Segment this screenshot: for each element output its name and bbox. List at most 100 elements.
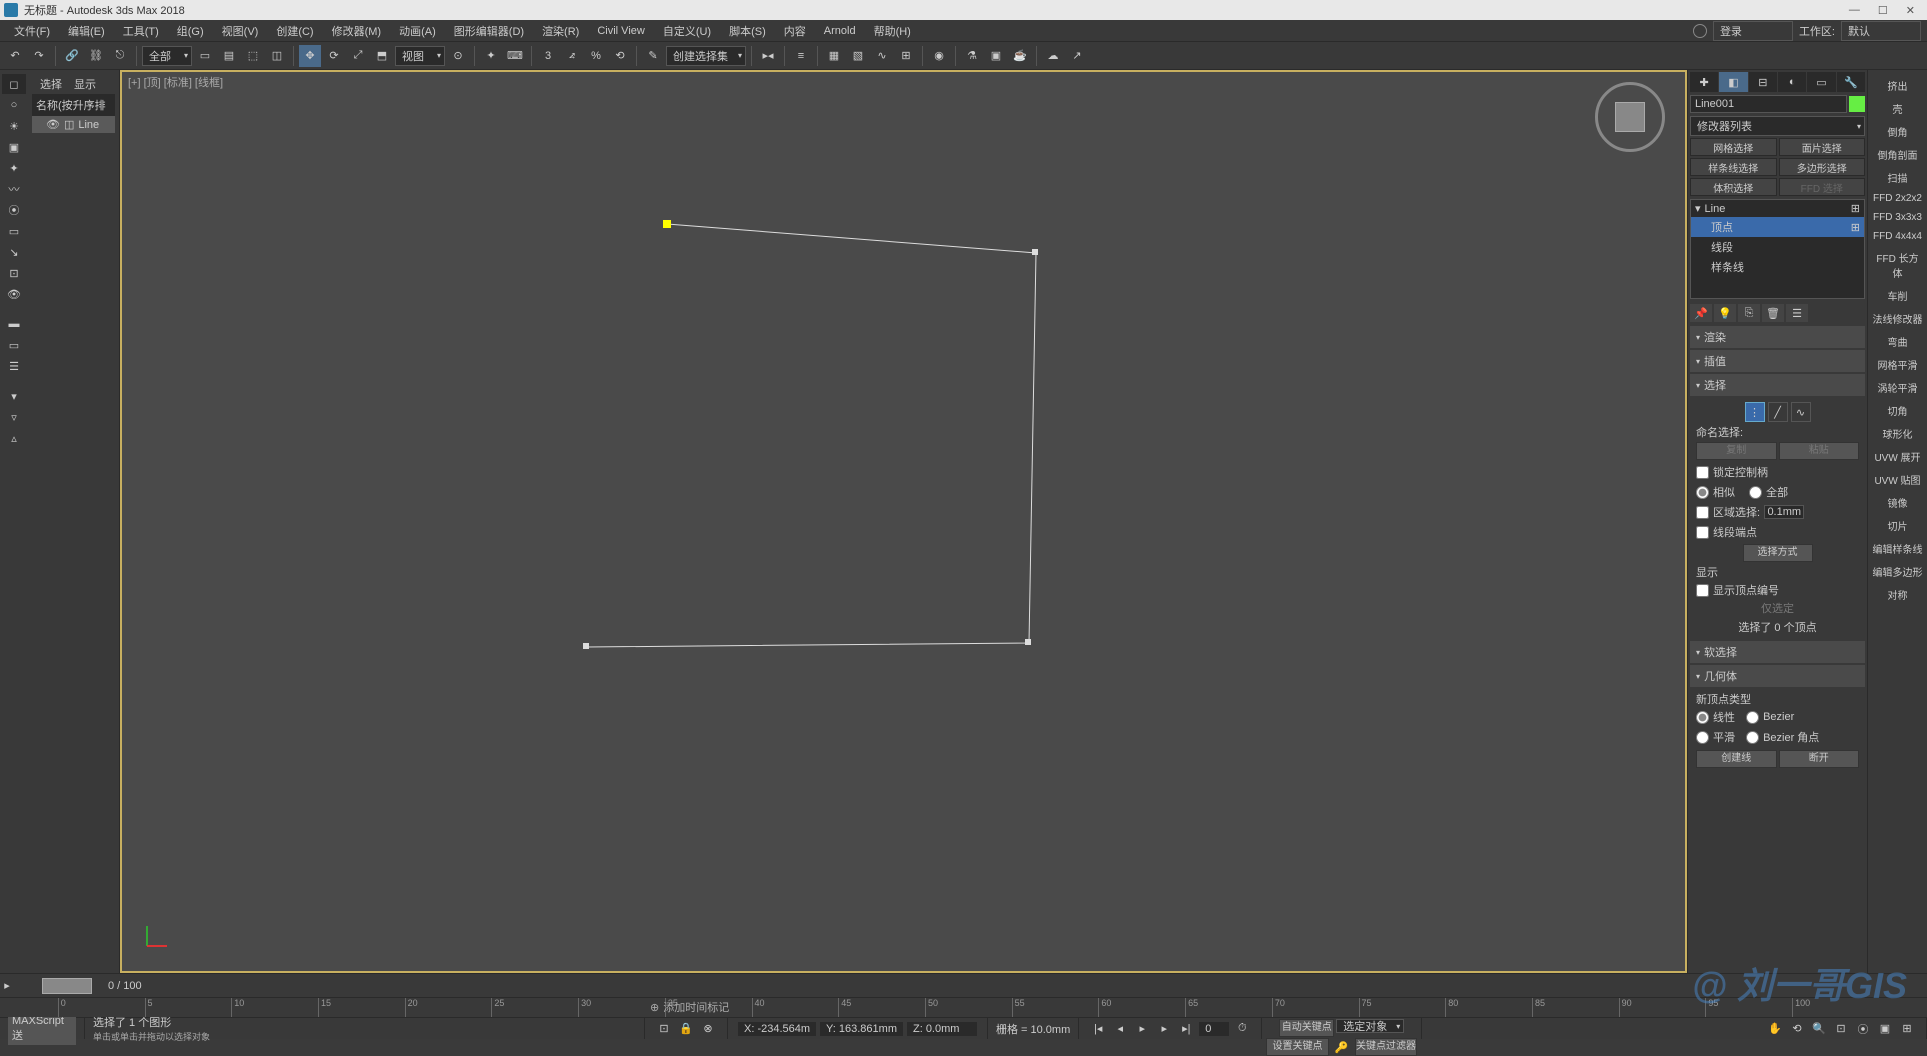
link-button[interactable]: 🔗	[61, 45, 83, 67]
scale-button[interactable]: ⤢	[347, 45, 369, 67]
menu-grapheditor[interactable]: 图形编辑器(D)	[446, 21, 532, 41]
maxscript-listener[interactable]: MAXScript 送	[8, 1013, 76, 1045]
filter-helper-icon[interactable]: ✦	[2, 158, 26, 178]
menu-customize[interactable]: 自定义(U)	[655, 21, 719, 41]
time-slider-handle[interactable]	[42, 978, 92, 994]
lock-icon[interactable]: 🔒	[676, 1020, 696, 1038]
mod-ffd2[interactable]: FFD 2x2x2	[1870, 189, 1925, 208]
viewport-top[interactable]: [+] [顶] [标准] [线框]	[120, 70, 1687, 973]
mod-bend[interactable]: 弯曲	[1870, 330, 1925, 353]
display-all-icon[interactable]: ▬	[2, 314, 26, 334]
viewcube-face[interactable]	[1615, 102, 1645, 132]
current-frame[interactable]: 0	[1199, 1022, 1229, 1036]
mod-volsel[interactable]: 体积选择	[1690, 178, 1777, 196]
mod-splinesel[interactable]: 样条线选择	[1690, 158, 1777, 176]
menu-render[interactable]: 渲染(R)	[534, 21, 587, 41]
show-vertnum-check[interactable]: 显示顶点编号	[1696, 580, 1859, 600]
keymode-dropdown[interactable]: 选定对象	[1336, 1019, 1404, 1033]
mod-normal[interactable]: 法线修改器	[1870, 307, 1925, 330]
pin-stack-icon[interactable]: 📌	[1690, 304, 1712, 322]
similar-radio[interactable]: 相似 全部	[1696, 482, 1859, 502]
coord-z[interactable]: Z: 0.0mm	[907, 1022, 977, 1036]
smooth-radio[interactable]: 平滑 Bezier 角点	[1696, 727, 1859, 747]
filter-geom-icon[interactable]: ◻	[2, 74, 26, 94]
mod-editpoly[interactable]: 编辑多边形	[1870, 560, 1925, 583]
zoom-extents-icon[interactable]: ▣	[1875, 1020, 1895, 1038]
add-time-tag[interactable]: 添加时间标记	[663, 999, 729, 1015]
linear-radio[interactable]: 线性 Bezier	[1696, 707, 1859, 727]
play-icon[interactable]: ▸	[1132, 1020, 1152, 1038]
create-line-button[interactable]: 创建线	[1696, 750, 1777, 768]
filter-shape-icon[interactable]: ○	[2, 95, 26, 115]
coord-y[interactable]: Y: 163.861mm	[820, 1022, 903, 1036]
named-selection-dropdown[interactable]: 创建选择集	[666, 46, 746, 66]
mod-ffdsel[interactable]: FFD 选择	[1779, 178, 1866, 196]
sub-segment-icon[interactable]: ╱	[1768, 402, 1788, 422]
mod-symmetry[interactable]: 对称	[1870, 583, 1925, 606]
mod-meshsmooth[interactable]: 网格平滑	[1870, 353, 1925, 376]
goto-start-icon[interactable]: |◂	[1088, 1020, 1108, 1038]
show-result-icon[interactable]: 💡	[1714, 304, 1736, 322]
menu-civilview[interactable]: Civil View	[589, 23, 652, 39]
isolate-icon[interactable]: ⊡	[654, 1020, 674, 1038]
menu-edit[interactable]: 编辑(E)	[60, 21, 113, 41]
render-button[interactable]: ☕	[1009, 45, 1031, 67]
refcoord-dropdown[interactable]: 视图	[395, 46, 445, 66]
eye-icon[interactable]: 👁	[46, 118, 60, 131]
paste-sel-button[interactable]: 粘贴	[1779, 442, 1860, 460]
render-setup-button[interactable]: ⚗	[961, 45, 983, 67]
arc-rotate-icon[interactable]: ⟲	[1787, 1020, 1807, 1038]
tab-display[interactable]: ▭	[1807, 72, 1835, 92]
mod-uvwunwrap[interactable]: UVW 展开	[1870, 445, 1925, 468]
key-icon[interactable]: 🔑	[1332, 1038, 1352, 1056]
mod-extrude[interactable]: 挤出	[1870, 74, 1925, 97]
pivot-button[interactable]: ⊙	[447, 45, 469, 67]
break-button[interactable]: 断开	[1779, 750, 1860, 768]
rollout-render[interactable]: 渲染	[1690, 326, 1865, 348]
mod-lathe[interactable]: 车削	[1870, 284, 1925, 307]
mod-bevel[interactable]: 倒角	[1870, 120, 1925, 143]
modifier-list-dropdown[interactable]: 修改器列表	[1690, 116, 1865, 136]
fov-icon[interactable]: ⦿	[1853, 1020, 1873, 1038]
filter-group-icon[interactable]: ▭	[2, 221, 26, 241]
align-button[interactable]: ≡	[790, 45, 812, 67]
viewcube[interactable]	[1595, 82, 1665, 152]
mod-polysel[interactable]: 多边形选择	[1779, 158, 1866, 176]
menu-view[interactable]: 视图(V)	[214, 21, 267, 41]
filter-bone-icon[interactable]: ⦿	[2, 200, 26, 220]
selection-filter[interactable]: 全部	[142, 46, 192, 66]
rollout-softsel[interactable]: 软选择	[1690, 641, 1865, 663]
maximize-button[interactable]: ☐	[1878, 4, 1888, 17]
mod-shell[interactable]: 壳	[1870, 97, 1925, 120]
menu-create[interactable]: 创建(C)	[268, 21, 321, 41]
autokey-button[interactable]: 自动关键点	[1279, 1019, 1334, 1037]
seg-end-check[interactable]: 线段端点	[1696, 522, 1859, 542]
stack-spline[interactable]: 样条线	[1691, 257, 1864, 277]
select-button[interactable]: ▭	[194, 45, 216, 67]
menu-animation[interactable]: 动画(A)	[391, 21, 444, 41]
filter-frozen-icon[interactable]: 👁	[2, 284, 26, 304]
goto-end-icon[interactable]: ▸|	[1176, 1020, 1196, 1038]
select-rect-button[interactable]: ⬚	[242, 45, 264, 67]
snap-button[interactable]: 3	[537, 45, 559, 67]
filter-hidden-icon[interactable]: ⊡	[2, 263, 26, 283]
filter-light-icon[interactable]: ☀	[2, 116, 26, 136]
render-online-button[interactable]: ☁	[1042, 45, 1064, 67]
tree-header[interactable]: 名称(按升序排	[32, 94, 115, 116]
mod-chamfer[interactable]: 切角	[1870, 399, 1925, 422]
filter-xref-icon[interactable]: ↘	[2, 242, 26, 262]
curve-editor-button[interactable]: ∿	[871, 45, 893, 67]
time-tag-icon[interactable]: ⊕	[650, 1001, 659, 1014]
minimize-button[interactable]: —	[1849, 4, 1860, 17]
zoom-all-icon[interactable]: ⊡	[1831, 1020, 1851, 1038]
sub-vertex-icon[interactable]: ⋮	[1745, 402, 1765, 422]
move-button[interactable]: ✥	[299, 45, 321, 67]
angle-snap-button[interactable]: ⦨	[561, 45, 583, 67]
mod-slice[interactable]: 切片	[1870, 514, 1925, 537]
tab-display[interactable]: 显示	[74, 76, 96, 92]
close-button[interactable]: ✕	[1906, 4, 1915, 17]
workspace-dropdown[interactable]: 默认	[1841, 21, 1921, 41]
vertex[interactable]	[1025, 639, 1031, 645]
spinner-snap-button[interactable]: ⟲	[609, 45, 631, 67]
mirror-button[interactable]: ▸◂	[757, 45, 779, 67]
